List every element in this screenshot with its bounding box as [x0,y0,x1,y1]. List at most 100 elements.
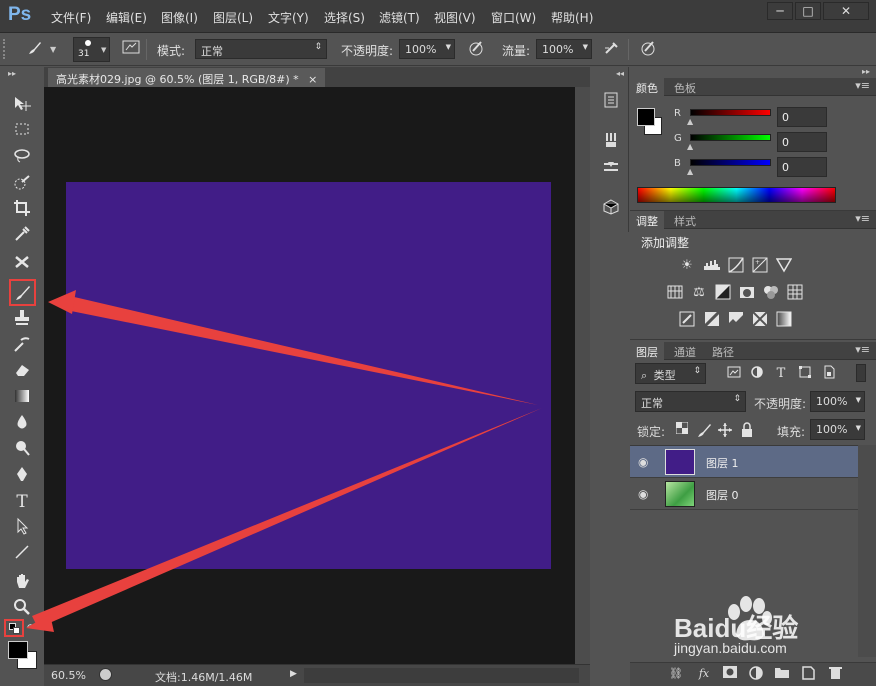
green-value-field[interactable]: 0 [777,132,827,152]
clone-stamp-tool-icon[interactable] [10,309,34,331]
color-balance-icon[interactable]: ⚖ [689,284,709,302]
close-tab-icon[interactable]: × [308,73,317,86]
blue-value-field[interactable]: 0 [777,157,827,177]
brightness-icon[interactable]: ☀ [677,257,697,275]
gradient-tool-icon[interactable] [10,387,34,409]
link-layers-icon[interactable]: ⛓ [668,666,684,682]
filter-shape-icon[interactable] [795,365,815,383]
add-mask-icon[interactable] [722,666,738,682]
layer-row[interactable]: ◉ 图层 1 [630,446,858,478]
black-white-icon[interactable] [713,284,733,302]
pressure-size-icon[interactable] [637,39,659,59]
healing-brush-tool-icon[interactable] [10,253,34,275]
maximize-button[interactable]: □ [795,2,821,20]
menu-type[interactable]: 文字(Y) [268,9,309,26]
vertical-scrollbar[interactable] [575,87,590,664]
vibrance-icon[interactable] [774,257,794,275]
type-tool-icon[interactable]: T [10,491,34,513]
canvas-layer[interactable] [66,182,551,569]
menu-view[interactable]: 视图(V) [434,9,476,26]
mode-select[interactable]: 正常 ⇕ [195,39,327,59]
channel-mixer-icon[interactable] [761,284,781,302]
zoom-level[interactable]: 60.5% [51,669,86,682]
eraser-tool-icon[interactable] [10,361,34,383]
options-grip[interactable] [3,39,6,59]
chevron-down-icon[interactable]: ▼ [50,45,56,54]
filter-pixel-icon[interactable] [724,365,744,383]
red-slider[interactable] [690,109,771,116]
levels-icon[interactable] [702,257,722,275]
slider-thumb-icon[interactable]: ▲ [687,117,693,126]
horizontal-scrollbar[interactable] [304,668,579,683]
minimize-button[interactable]: ─ [767,2,793,20]
panel-menu-icon[interactable]: ▾≡ [855,343,870,356]
menu-layer[interactable]: 图层(L) [213,9,253,26]
swap-colors-icon[interactable]: ↷ [27,623,35,634]
tab-layers[interactable]: 图层 [630,342,664,360]
document-tab[interactable]: 高光素材029.jpg @ 60.5% (图层 1, RGB/8#) * × [48,68,326,87]
filter-type-icon[interactable]: T [771,365,791,383]
path-selection-tool-icon[interactable] [10,517,34,539]
lasso-tool-icon[interactable] [10,147,34,169]
menu-filter[interactable]: 滤镜(T) [379,9,420,26]
blend-mode-select[interactable]: 正常 ⇕ [635,391,746,412]
invert-icon[interactable] [677,311,697,329]
brush-preset-icon[interactable] [24,39,46,59]
dodge-tool-icon[interactable] [10,439,34,461]
panel-menu-icon[interactable]: ▾≡ [855,79,870,92]
tool-presets-panel-icon[interactable] [600,159,622,181]
crop-tool-icon[interactable] [10,199,34,221]
menu-window[interactable]: 窗口(W) [491,9,536,26]
history-panel-icon[interactable] [600,91,622,113]
menu-image[interactable]: 图像(I) [161,9,198,26]
trash-icon[interactable] [827,666,843,682]
color-spectrum-bar[interactable] [637,187,836,203]
line-tool-icon[interactable] [10,543,34,565]
selective-color-icon[interactable] [750,311,770,329]
eye-icon[interactable]: ◉ [638,487,648,501]
layers-scrollbar[interactable] [858,445,876,657]
posterize-icon[interactable] [702,310,722,329]
curves-icon[interactable] [726,257,746,275]
move-tool-icon[interactable] [10,95,34,117]
new-group-icon[interactable] [774,666,790,682]
lock-position-icon[interactable] [715,422,735,440]
slider-thumb-icon[interactable]: ▲ [687,167,693,176]
color-lookup-icon[interactable] [785,284,805,302]
marquee-tool-icon[interactable] [10,121,34,143]
tab-styles[interactable]: 样式 [668,211,702,229]
opacity-field[interactable]: 100% ▼ [399,39,455,59]
foreground-swatch[interactable] [637,108,655,126]
blue-slider[interactable] [690,159,771,166]
3d-panel-icon[interactable] [600,199,622,221]
lock-all-icon[interactable] [737,422,757,440]
photo-filter-icon[interactable] [737,284,757,302]
layer-opacity-field[interactable]: 100% ▼ [810,391,865,412]
layer-filter-select[interactable]: ⌕ 类型 ⇕ [635,363,706,384]
filter-smart-object-icon[interactable] [819,365,839,383]
quick-selection-tool-icon[interactable] [10,173,34,195]
menu-edit[interactable]: 编辑(E) [106,9,147,26]
gradient-map-icon[interactable] [774,311,794,329]
tab-channels[interactable]: 通道 [668,342,702,360]
collapse-icon[interactable]: ▸▸ [8,69,16,78]
expand-icon[interactable]: ◂◂ [616,69,624,78]
status-menu-arrow-icon[interactable]: ▶ [290,669,297,679]
brush-size-picker[interactable]: 31 ▼ [73,37,110,62]
status-info-icon[interactable] [99,668,112,681]
threshold-icon[interactable] [726,311,746,329]
menu-select[interactable]: 选择(S) [324,9,365,26]
foreground-color-swatch[interactable] [8,641,28,659]
menu-file[interactable]: 文件(F) [51,9,91,26]
exposure-icon[interactable]: + [750,257,770,275]
hand-tool-icon[interactable] [10,572,34,594]
tab-adjustments[interactable]: 调整 [630,211,664,229]
slider-thumb-icon[interactable]: ▲ [687,142,693,151]
layer-fill-field[interactable]: 100% ▼ [810,419,865,440]
lock-transparent-icon[interactable] [672,421,692,440]
pressure-opacity-icon[interactable] [465,39,487,59]
tab-color[interactable]: 颜色 [630,78,664,96]
tab-swatches[interactable]: 色板 [668,78,702,96]
collapse-icon[interactable]: ▸▸ [862,67,870,76]
new-layer-icon[interactable] [800,666,816,682]
